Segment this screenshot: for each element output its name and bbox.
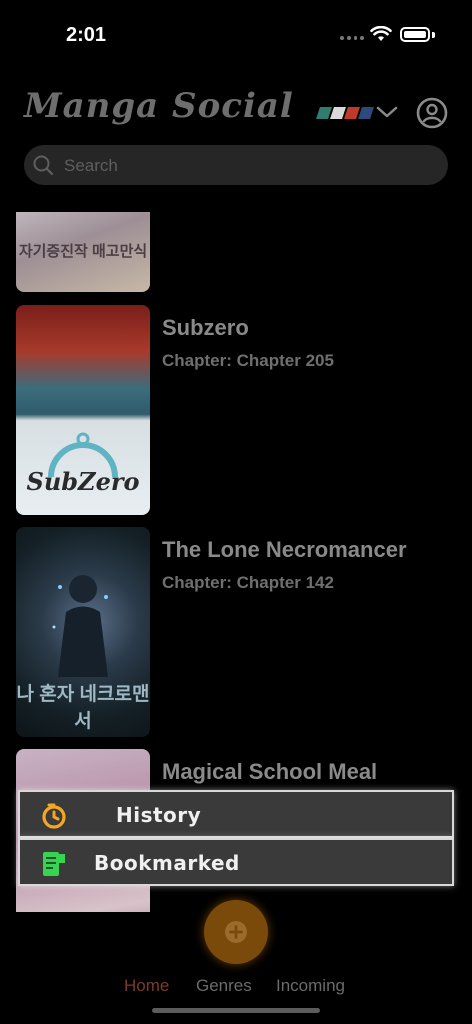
home-indicator[interactable] (152, 1008, 320, 1013)
app-logo: Manga Social (24, 86, 294, 126)
manga-chapter: Chapter: Chapter 142 (162, 573, 334, 592)
cover-title-text: 자기증진작 매고만식 (18, 243, 148, 260)
history-icon (42, 803, 66, 829)
tab-genres[interactable]: Genres (196, 976, 252, 996)
signal-icon (340, 36, 364, 42)
status-time: 2:01 (66, 24, 107, 46)
history-label: History (116, 803, 202, 827)
chevron-down-icon[interactable] (376, 104, 398, 120)
manga-title[interactable]: Subzero (162, 315, 249, 341)
manga-title[interactable]: Magical School Meal (162, 759, 377, 785)
status-bar: 2:01 (0, 0, 472, 70)
search-input[interactable] (62, 145, 436, 187)
battery-icon (400, 27, 430, 42)
manga-cover[interactable]: 나 혼자 네크로맨서 (16, 527, 150, 737)
cover-figure-icon (52, 575, 108, 677)
search-bar[interactable] (24, 145, 448, 187)
tab-incoming[interactable]: Incoming (276, 976, 345, 996)
bookmarked-menu-item[interactable]: Bookmarked (18, 838, 454, 886)
search-icon (33, 155, 54, 176)
cover-title-text: SubZero (26, 467, 140, 496)
plus-circle-icon (225, 921, 247, 943)
bookmark-icon (43, 852, 65, 876)
add-button[interactable] (204, 900, 268, 964)
history-menu-item[interactable]: History (18, 790, 454, 838)
tab-bar: Home Genres Incoming (0, 972, 472, 1002)
manga-title[interactable]: The Lone Necromancer (162, 537, 407, 563)
language-flag-icon[interactable] (316, 107, 374, 119)
wifi-icon (370, 26, 392, 41)
cover-title-text: 나 혼자 네크로맨서 (16, 684, 150, 732)
manga-cover[interactable]: 자기증진작 매고만식 (16, 212, 150, 292)
tab-home[interactable]: Home (124, 976, 169, 996)
profile-icon[interactable] (416, 97, 448, 129)
bookmarked-label: Bookmarked (94, 851, 240, 875)
manga-cover[interactable]: SubZero (16, 305, 150, 515)
manga-chapter: Chapter: Chapter 205 (162, 351, 334, 370)
